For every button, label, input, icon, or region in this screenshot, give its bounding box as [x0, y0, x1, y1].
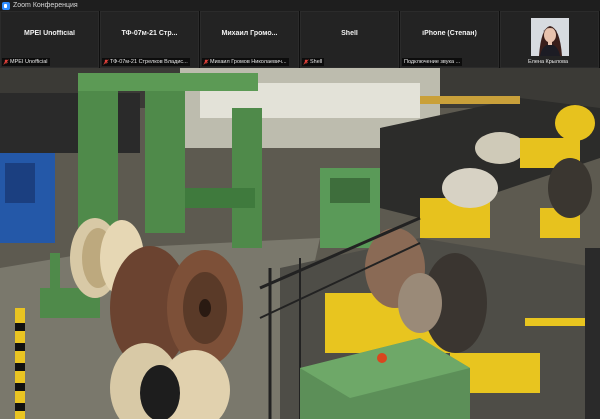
- mic-muted-icon: [103, 59, 109, 65]
- participant-display-name: MPEI Unofficial: [24, 30, 75, 37]
- participant-label-text: MPEI Unofficial: [10, 59, 48, 65]
- zoom-app-icon: [2, 1, 10, 10]
- participant-tile[interactable]: iPhone (Степан) Подключение звука ...: [400, 11, 499, 68]
- participant-label: MPEI Unofficial: [2, 58, 50, 66]
- participant-display-name: Михаил Громо...: [221, 30, 278, 37]
- participant-label: Михаил Громов Николаевич...: [202, 58, 289, 66]
- mic-muted-icon: [303, 59, 309, 65]
- participant-tile-video[interactable]: Елена Крылова: [500, 11, 599, 68]
- participant-tile[interactable]: MPEI Unofficial MPEI Unofficial: [0, 11, 99, 68]
- mic-muted-icon: [203, 59, 209, 65]
- participant-video: [531, 18, 569, 56]
- participant-label-text: Елена Крылова: [527, 59, 569, 65]
- participant-tile[interactable]: Михаил Громо... Михаил Громов Николаевич…: [200, 11, 299, 68]
- participant-label-text: ТФ-07м-21 Стрелков Владис...: [110, 59, 188, 65]
- participant-display-name: iPhone (Степан): [422, 30, 477, 37]
- participant-label: Shell: [302, 58, 325, 66]
- participant-label-text: Подключение звука ...: [404, 59, 461, 65]
- window-titlebar: Zoom Конференция: [0, 0, 600, 11]
- participant-label-text: Shell: [310, 59, 323, 65]
- participant-tile[interactable]: ТФ-07м-21 Стр... ТФ-07м-21 Стрелков Влад…: [100, 11, 199, 68]
- mic-muted-icon: [3, 59, 9, 65]
- participant-display-name: ТФ-07м-21 Стр...: [121, 30, 178, 37]
- factory-scene: [0, 68, 600, 419]
- shared-video-view[interactable]: [0, 68, 600, 419]
- window-title: Zoom Конференция: [13, 2, 78, 9]
- participant-label: ТФ-07м-21 Стрелков Владис...: [102, 58, 190, 66]
- participant-strip: MPEI Unofficial MPEI Unofficial ТФ-07м-2…: [0, 11, 600, 68]
- participant-label: Елена Крылова: [501, 58, 597, 66]
- participant-display-name: Shell: [341, 30, 358, 37]
- participant-label-text: Михаил Громов Николаевич...: [210, 59, 287, 65]
- participant-tile[interactable]: Shell Shell: [300, 11, 399, 68]
- participant-label: Подключение звука ...: [402, 58, 463, 66]
